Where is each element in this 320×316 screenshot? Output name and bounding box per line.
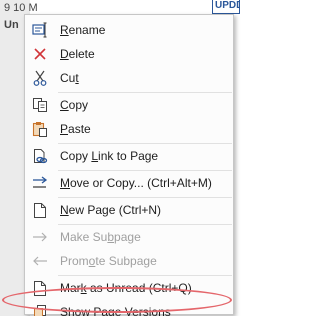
menu-item-label: Cut <box>60 71 79 85</box>
menu-item-copy-link[interactable]: Copy Link to Page <box>25 144 233 168</box>
menu-item-label: Copy <box>60 98 89 112</box>
paste-icon <box>25 117 55 141</box>
mark-unread-icon <box>25 276 55 300</box>
copy-link-icon <box>25 144 55 168</box>
menu-item-move-or-copy[interactable]: Move or Copy... (Ctrl+Alt+M) <box>25 171 233 195</box>
background-title-text: Un <box>4 19 19 31</box>
menu-item-make-subpage[interactable]: Make Subpage <box>25 225 233 249</box>
rename-icon <box>25 18 55 42</box>
menu-item-label: Move or Copy... (Ctrl+Alt+M) <box>60 176 212 190</box>
copy-icon <box>25 93 55 117</box>
menu-item-show-page-versions[interactable]: Show Page Versions <box>25 300 233 316</box>
menu-item-delete[interactable]: Delete <box>25 42 233 66</box>
menu-item-copy[interactable]: Copy <box>25 93 233 117</box>
menu-item-label: Delete <box>60 47 95 61</box>
promote-subpage-icon <box>25 249 55 273</box>
menu-item-label: Show Page Versions <box>60 305 171 316</box>
background-corner-label: UPDD <box>212 0 240 14</box>
page-versions-icon <box>25 300 55 316</box>
menu-item-label: Promote Subpage <box>60 254 157 268</box>
new-page-icon <box>25 198 55 222</box>
context-menu: Rename Delete Cut Copy Paste Copy Link t… <box>24 14 234 316</box>
menu-item-label: New Page (Ctrl+N) <box>60 203 162 217</box>
background-time-text: 9 10 M <box>4 2 38 14</box>
menu-item-label: Mark as Unread (Ctrl+Q) <box>60 281 192 295</box>
cut-icon <box>25 66 55 90</box>
move-copy-icon <box>25 171 55 195</box>
menu-item-paste[interactable]: Paste <box>25 117 233 141</box>
menu-item-label: Copy Link to Page <box>60 149 159 163</box>
make-subpage-icon <box>25 225 55 249</box>
menu-item-promote-subpage[interactable]: Promote Subpage <box>25 249 233 273</box>
menu-item-rename[interactable]: Rename <box>25 18 233 42</box>
menu-item-cut[interactable]: Cut <box>25 66 233 90</box>
menu-item-new-page[interactable]: New Page (Ctrl+N) <box>25 198 233 222</box>
menu-item-label: Rename <box>60 23 106 37</box>
menu-item-label: Paste <box>60 122 91 136</box>
menu-item-label: Make Subpage <box>60 230 141 244</box>
delete-icon <box>25 42 55 66</box>
menu-item-mark-as-unread[interactable]: Mark as Unread (Ctrl+Q) <box>25 276 233 300</box>
